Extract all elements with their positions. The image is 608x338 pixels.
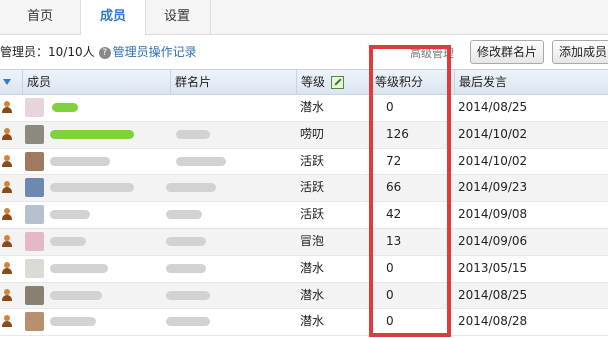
table-row[interactable]: 活跃 72 2014/10/02 xyxy=(0,149,608,176)
member-icon xyxy=(2,101,12,113)
member-icon xyxy=(2,127,12,140)
header-card[interactable]: 群名片 xyxy=(170,70,296,94)
add-member-button[interactable]: 添加成员 xyxy=(552,40,608,64)
toolbar: 管理员：10/10人? 管理员操作记录 高级管理 修改群名片 添加成员 xyxy=(0,35,608,67)
level-cell: 潜水 xyxy=(300,287,325,302)
sort-arrow-icon[interactable] xyxy=(3,79,11,85)
table-row[interactable]: 唠叨 126 2014/10/02 xyxy=(0,121,608,149)
member-icon xyxy=(2,208,12,221)
redacted-name xyxy=(50,317,96,327)
redacted-card xyxy=(166,236,206,246)
points-cell: 72 xyxy=(386,153,402,168)
level-cell: 潜水 xyxy=(300,314,325,329)
redacted-name xyxy=(50,156,110,166)
member-icon xyxy=(2,315,12,328)
member-icon xyxy=(2,234,12,247)
last-post-cell: 2014/09/06 xyxy=(458,233,528,248)
last-post-cell: 2013/05/15 xyxy=(458,260,528,275)
admin-summary: 管理员：10/10人? 管理员操作记录 xyxy=(0,43,197,60)
table-header: 成员 群名片 等级 等级积分 最后发言 xyxy=(0,69,608,95)
points-cell: 0 xyxy=(386,260,394,275)
avatar xyxy=(25,258,44,278)
redacted-name xyxy=(50,236,86,246)
points-cell: 0 xyxy=(386,314,394,329)
points-cell: 0 xyxy=(386,287,394,302)
edit-level-icon[interactable] xyxy=(331,76,345,89)
member-icon xyxy=(2,261,12,274)
points-cell: 126 xyxy=(386,126,409,141)
header-last-post[interactable]: 最后发言 xyxy=(454,70,608,94)
tab-members[interactable]: 成员 xyxy=(80,0,146,35)
header-member[interactable]: 成员 xyxy=(22,70,170,94)
member-table: 成员 群名片 等级 等级积分 最后发言 潜水 0 2014/08/25 唠叨 1… xyxy=(0,69,608,337)
table-row[interactable]: 潜水 0 2014/08/25 xyxy=(0,282,608,310)
avatar xyxy=(25,205,44,225)
redacted-name xyxy=(50,183,134,193)
last-post-cell: 2014/10/02 xyxy=(458,153,528,168)
member-icon xyxy=(2,154,12,167)
avatar xyxy=(25,151,44,171)
header-level-label: 等级 xyxy=(301,75,326,89)
member-icon xyxy=(2,181,12,194)
tab-settings[interactable]: 设置 xyxy=(144,0,211,34)
points-cell: 0 xyxy=(386,100,394,114)
last-post-cell: 2014/09/23 xyxy=(458,180,528,195)
header-level[interactable]: 等级 xyxy=(296,70,370,94)
level-cell: 活跃 xyxy=(300,207,325,222)
level-cell: 潜水 xyxy=(300,260,325,275)
table-row[interactable]: 潜水 0 2014/08/25 xyxy=(0,95,608,122)
last-post-cell: 2014/08/28 xyxy=(458,314,528,329)
table-row[interactable]: 冒泡 13 2014/09/06 xyxy=(0,228,608,256)
level-cell: 冒泡 xyxy=(300,233,325,248)
member-icon xyxy=(2,288,12,301)
redacted-name xyxy=(50,263,108,273)
level-cell: 活跃 xyxy=(300,180,325,195)
admin-count-label: 管理员：10/10人 xyxy=(0,45,95,59)
redacted-name xyxy=(50,290,102,300)
avatar xyxy=(25,312,44,332)
redacted-card xyxy=(166,183,216,193)
redacted-card xyxy=(176,156,226,166)
redacted-card xyxy=(166,263,206,273)
table-row[interactable]: 潜水 0 2014/08/28 xyxy=(0,309,608,337)
table-row[interactable]: 活跃 66 2014/09/23 xyxy=(0,175,608,203)
points-cell: 42 xyxy=(386,207,402,222)
level-cell: 潜水 xyxy=(300,100,325,114)
level-cell: 唠叨 xyxy=(300,126,325,141)
avatar xyxy=(25,178,44,198)
redacted-card xyxy=(166,210,202,220)
points-cell: 66 xyxy=(386,180,402,195)
edit-card-button[interactable]: 修改群名片 xyxy=(470,40,545,64)
redacted-card xyxy=(166,317,210,327)
advanced-manage-link[interactable]: 高级管理 xyxy=(410,45,454,61)
last-post-cell: 2014/10/02 xyxy=(458,126,528,141)
header-points[interactable]: 等级积分 xyxy=(370,70,454,94)
redacted-name xyxy=(50,129,134,139)
tab-home[interactable]: 首页 xyxy=(0,0,80,34)
avatar xyxy=(25,231,44,251)
last-post-cell: 2014/08/25 xyxy=(458,287,528,302)
redacted-card xyxy=(166,290,210,300)
admin-log-link[interactable]: 管理员操作记录 xyxy=(113,45,197,59)
redacted-name xyxy=(52,103,78,112)
help-icon[interactable]: ? xyxy=(98,46,111,59)
level-cell: 活跃 xyxy=(300,153,325,168)
table-row[interactable]: 潜水 0 2013/05/15 xyxy=(0,256,608,283)
points-cell: 13 xyxy=(386,233,402,248)
redacted-name xyxy=(50,210,90,220)
last-post-cell: 2014/09/08 xyxy=(458,207,528,222)
avatar xyxy=(25,124,44,144)
table-row[interactable]: 活跃 42 2014/09/08 xyxy=(0,202,608,229)
avatar xyxy=(25,98,44,117)
tab-bar: 首页 成员 设置 xyxy=(0,0,608,35)
redacted-card xyxy=(176,129,210,139)
last-post-cell: 2014/08/25 xyxy=(458,100,528,114)
avatar xyxy=(25,285,44,305)
